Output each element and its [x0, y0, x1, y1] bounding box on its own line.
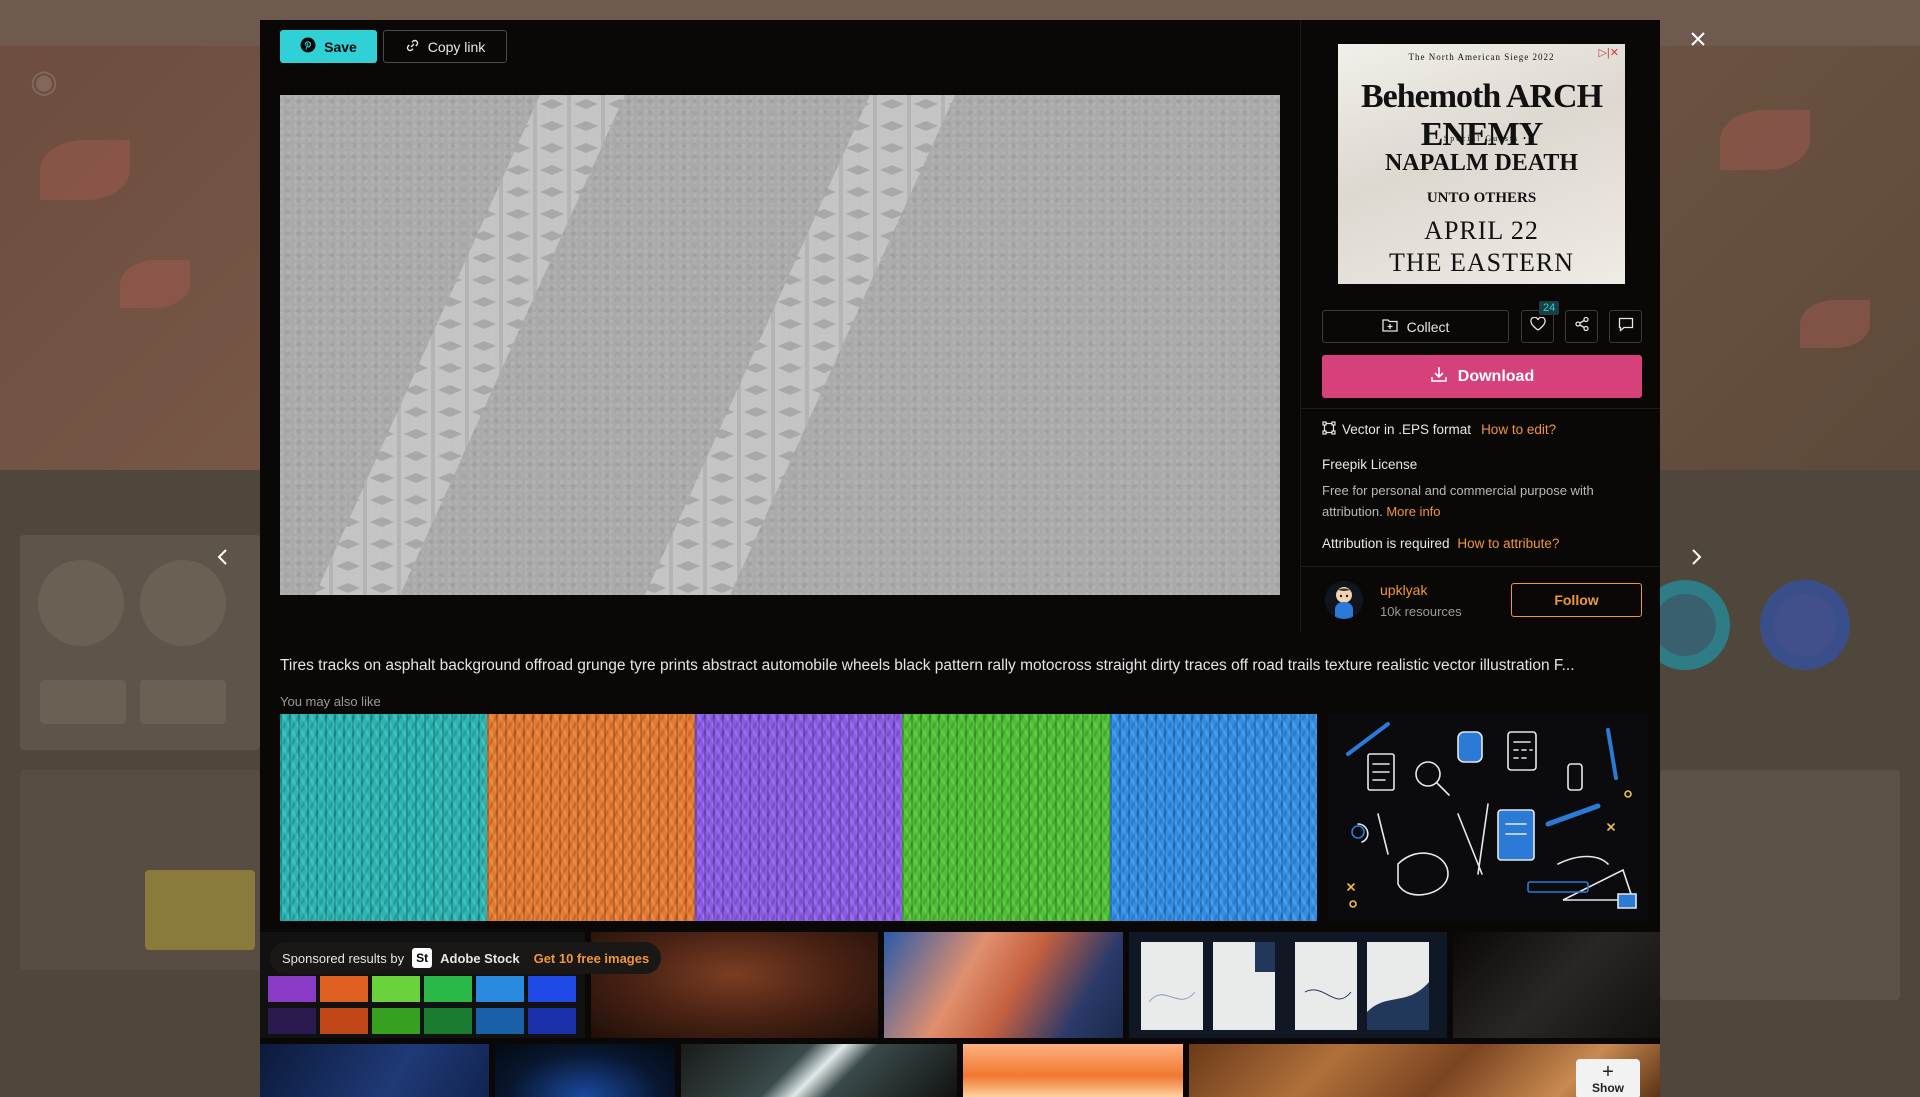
download-icon: [1430, 365, 1448, 388]
resource-modal: Save Copy link ▷|✕ The North American Si…: [260, 20, 1660, 1097]
folder-add-icon: [1381, 318, 1398, 335]
format-info: Vector in .EPS format How to edit?: [1322, 421, 1556, 438]
share-button[interactable]: [1565, 310, 1598, 343]
vector-format-icon: [1322, 421, 1336, 438]
backdrop-ring: [1760, 580, 1850, 670]
close-icon: [1690, 31, 1706, 52]
license-description: Free for personal and commercial purpose…: [1322, 480, 1622, 522]
sponsored-by-badge: Sponsored results by St Adobe Stock Get …: [270, 942, 662, 974]
chevron-left-icon: [216, 548, 228, 571]
backdrop-leaf: [120, 260, 190, 308]
copy-link-button[interactable]: Copy link: [383, 30, 507, 63]
related-thumbnail-knit-textures[interactable]: [280, 714, 1317, 921]
author-name-link[interactable]: upklyak: [1380, 582, 1427, 598]
share-icon: [1574, 316, 1590, 337]
format-label: Vector in .EPS format: [1342, 422, 1472, 437]
ad-venue: THE EASTERN: [1388, 248, 1575, 277]
collect-label: Collect: [1406, 318, 1450, 335]
get-free-images-link[interactable]: Get 10 free images: [534, 951, 650, 966]
attribution-label: Attribution is required: [1322, 536, 1450, 551]
author-resources-count: 10k resources: [1380, 604, 1462, 619]
knit-texture-swatch: [1109, 714, 1317, 921]
show-more-button[interactable]: + Show: [1576, 1059, 1640, 1097]
attribution-info: Attribution is required How to attribute…: [1322, 536, 1559, 551]
backdrop-logo: ◉: [30, 63, 58, 99]
sponsored-thumbnail-teal-stripes[interactable]: [681, 1044, 957, 1097]
advertisement-banner[interactable]: ▷|✕ The North American Siege 2022 Behemo…: [1338, 44, 1625, 284]
knit-texture-swatch: [902, 714, 1110, 921]
save-label: Save: [324, 38, 357, 55]
author-avatar[interactable]: [1325, 581, 1363, 619]
sponsored-thumbnail-wave-gradient[interactable]: [884, 932, 1123, 1038]
comment-button[interactable]: [1609, 310, 1642, 343]
backdrop-leaf: [1800, 300, 1870, 348]
backdrop-leaf: [1720, 110, 1810, 170]
knit-texture-swatch: [280, 714, 488, 921]
ad-tour-name: The North American Siege 2022: [1408, 52, 1555, 62]
next-resource-button[interactable]: [1685, 545, 1709, 573]
resource-title: Tires tracks on asphalt background offro…: [280, 657, 1575, 674]
resource-side-panel: ▷|✕ The North American Siege 2022 Behemo…: [1301, 20, 1660, 633]
you-may-also-like-heading: You may also like: [280, 694, 381, 709]
license-title: Freepik License: [1322, 457, 1418, 472]
heart-icon: [1529, 316, 1546, 336]
sponsored-prefix: Sponsored results by: [282, 950, 405, 966]
comment-icon: [1618, 317, 1634, 337]
collect-button[interactable]: Collect: [1322, 310, 1509, 343]
chevron-right-icon: [1691, 548, 1703, 571]
backdrop-chip: [40, 680, 126, 724]
more-info-link[interactable]: More info: [1386, 504, 1440, 519]
ad-special-guests: • Special Guests •: [1435, 134, 1528, 143]
save-button[interactable]: Save: [280, 30, 377, 63]
previous-resource-button[interactable]: [210, 545, 234, 573]
plus-icon: +: [1602, 1061, 1614, 1083]
how-to-attribute-link[interactable]: How to attribute?: [1457, 536, 1559, 551]
download-button[interactable]: Download: [1322, 355, 1642, 398]
backdrop-card: [145, 870, 255, 950]
sponsored-thumbnail-poster-mockups[interactable]: [1129, 932, 1447, 1038]
link-icon: [405, 38, 420, 56]
backdrop-circle: [38, 560, 124, 646]
backdrop-chip: [140, 680, 226, 724]
knit-texture-swatch: [487, 714, 695, 921]
sponsored-thumbnail-blue-dots[interactable]: [495, 1044, 675, 1097]
close-modal-button[interactable]: [1685, 28, 1711, 54]
sponsored-thumbnail-dark-geometric[interactable]: [1453, 932, 1660, 1038]
sponsored-thumbnail-blue-lines[interactable]: [260, 1044, 489, 1097]
adobe-stock-brand: Adobe Stock: [440, 950, 520, 966]
backdrop-card: [1660, 770, 1900, 1000]
download-label: Download: [1457, 367, 1535, 385]
adobe-stock-logo: St: [412, 948, 433, 968]
show-label: Show: [1592, 1081, 1624, 1095]
knit-texture-swatch: [694, 714, 903, 921]
ad-date: APRIL 22: [1424, 216, 1539, 245]
license-text: Free for personal and commercial purpose…: [1322, 483, 1594, 519]
sponsored-thumbnail-orange-gradient[interactable]: [963, 1044, 1183, 1097]
copy-link-label: Copy link: [427, 38, 486, 55]
how-to-edit-link[interactable]: How to edit?: [1481, 422, 1556, 437]
pinterest-icon: [300, 37, 316, 56]
related-thumbnail-school-doodles[interactable]: [1328, 714, 1648, 921]
resource-preview-image[interactable]: [280, 95, 1280, 595]
backdrop-leaf: [40, 140, 130, 200]
ad-guest-2: UNTO OTHERS: [1426, 190, 1537, 206]
ad-guest-1: NAPALM DEATH: [1384, 150, 1579, 176]
tire-tracks-graphic: [315, 95, 955, 595]
like-count-badge: 24: [1539, 301, 1560, 315]
follow-button[interactable]: Follow: [1511, 583, 1642, 617]
